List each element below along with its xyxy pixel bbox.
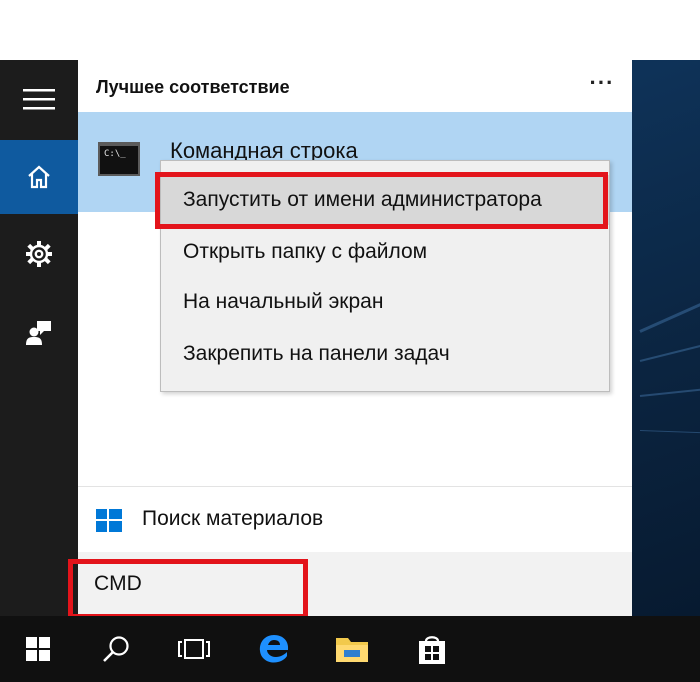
settings-button[interactable]: [0, 218, 78, 290]
file-explorer-button[interactable]: [318, 616, 386, 682]
screenshot-top-margin: [0, 0, 700, 60]
best-match-heading: Лучшее соответствие: [96, 77, 290, 97]
more-options-button[interactable]: ···: [582, 68, 622, 102]
settings-gear-icon: [26, 241, 52, 267]
command-prompt-icon: C:\_: [98, 142, 140, 176]
search-button[interactable]: [82, 616, 150, 682]
file-explorer-icon: [336, 638, 368, 662]
task-view-button[interactable]: [160, 616, 228, 682]
start-left-rail: [0, 60, 78, 616]
windows-logo-icon: [96, 509, 122, 532]
search-query-highlight: [68, 559, 308, 619]
open-file-location-item[interactable]: Открыть папку с файлом: [161, 227, 609, 277]
task-view-icon: [178, 639, 210, 659]
search-web-row[interactable]: Поиск материалов: [78, 486, 632, 552]
hamburger-menu-button[interactable]: [0, 60, 78, 138]
run-as-admin-highlight: [155, 172, 608, 229]
home-icon: [28, 165, 50, 189]
store-button[interactable]: [398, 616, 466, 682]
search-web-label: Поиск материалов: [142, 507, 324, 530]
start-button[interactable]: [4, 616, 72, 682]
pin-to-taskbar-item[interactable]: Закрепить на панели задач: [161, 329, 609, 379]
home-button[interactable]: [0, 140, 78, 214]
feedback-button[interactable]: [0, 296, 78, 368]
feedback-icon: [26, 321, 51, 345]
windows-start-icon: [26, 637, 50, 661]
hamburger-menu-icon: [23, 89, 55, 110]
panel-header: Лучшее соответствие ···: [78, 60, 632, 112]
store-icon: [419, 636, 445, 664]
command-prompt-icon-text: C:\_: [104, 149, 126, 159]
search-icon: [103, 636, 129, 662]
pin-to-start-item[interactable]: На начальный экран: [161, 277, 609, 327]
edge-icon: [259, 635, 289, 663]
screen: Лучшее соответствие ··· C:\_ Командная с…: [0, 0, 700, 682]
taskbar: [0, 616, 700, 682]
edge-button[interactable]: [240, 616, 308, 682]
